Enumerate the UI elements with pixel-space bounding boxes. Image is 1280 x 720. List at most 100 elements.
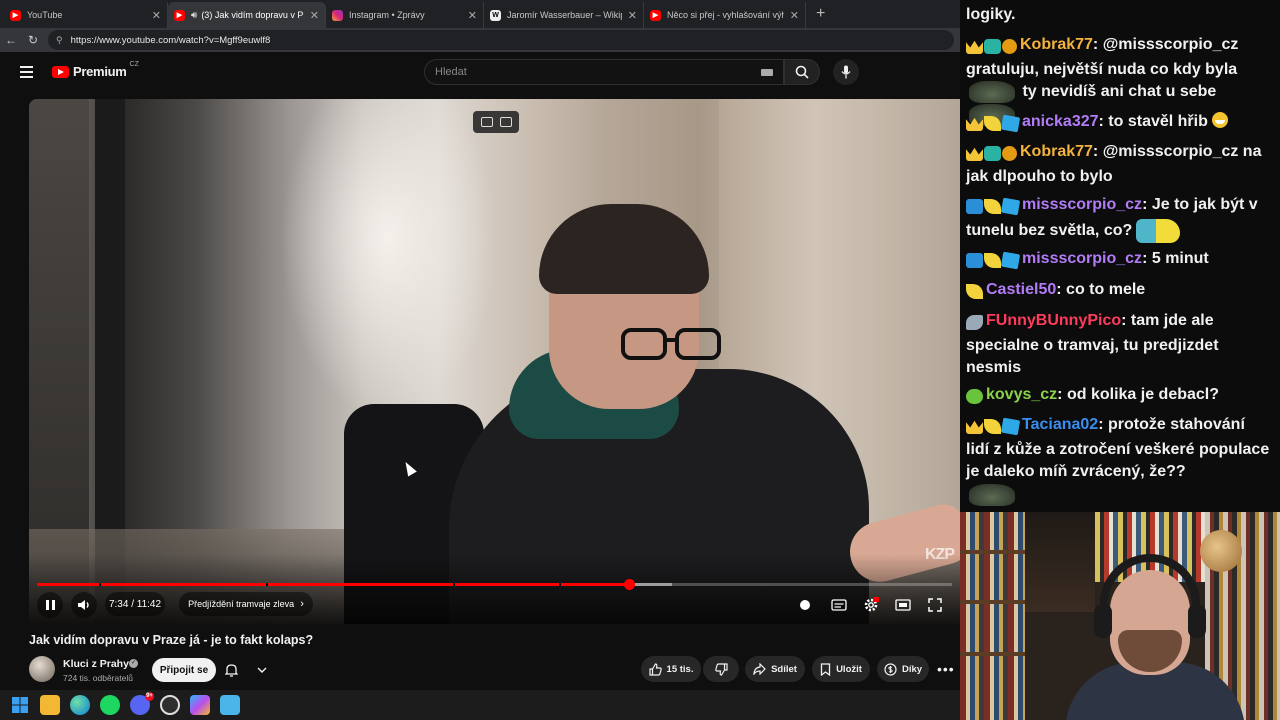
stream-chat: logiky. Kobrak77: @missscorpio_cz gratul…: [960, 0, 1280, 512]
globe: [1200, 530, 1242, 572]
tab-instagram[interactable]: Instagram • Zprávy ✕: [326, 2, 484, 28]
share-label: Sdílet: [771, 663, 797, 675]
pause-button[interactable]: [37, 592, 63, 618]
more-actions-icon[interactable]: •••: [937, 661, 955, 677]
back-button[interactable]: ←: [0, 33, 22, 47]
close-icon[interactable]: ✕: [628, 9, 637, 22]
new-tab-button[interactable]: +: [816, 5, 825, 23]
banana-badge-icon: [984, 419, 1001, 435]
notepad-icon[interactable]: [220, 695, 240, 715]
youtube-icon: ▶: [650, 9, 661, 21]
discord-icon[interactable]: 9+: [130, 692, 154, 715]
chat-username[interactable]: Kobrak77: [1020, 36, 1093, 53]
chevron-right-icon: ›: [300, 598, 304, 610]
fullscreen-button[interactable]: [925, 595, 945, 615]
channel-name-link[interactable]: Kluci z Prahy: [63, 658, 129, 670]
volume-icon: [78, 600, 89, 610]
miniplayer-button[interactable]: [893, 595, 913, 615]
search-button[interactable]: [784, 59, 820, 85]
keyboard-icon[interactable]: [761, 69, 773, 76]
thanks-label: Díky: [901, 663, 923, 675]
chat-username[interactable]: kovys_cz: [986, 386, 1057, 403]
channel-avatar[interactable]: [29, 656, 55, 682]
user-badges: [966, 196, 1021, 219]
search-input[interactable]: Hledat: [424, 59, 784, 85]
search-placeholder: Hledat: [435, 66, 467, 78]
chat-username[interactable]: Kobrak77: [1020, 143, 1093, 160]
file-explorer-icon[interactable]: [40, 695, 60, 715]
chat-message: anicka327: to stavěl hřib: [966, 111, 1272, 136]
subtitles-button[interactable]: [829, 595, 849, 615]
chat-message: kovys_cz: od kolika je debacl?: [966, 384, 1272, 409]
close-icon[interactable]: ✕: [310, 9, 319, 22]
windows-start-icon[interactable]: [10, 695, 30, 715]
user-badges: [966, 416, 1021, 439]
tab-neco-si-prej[interactable]: ▶ Něco si přej - vyhlašování výherců ✕: [644, 2, 806, 28]
chat-username[interactable]: missscorpio_cz: [1022, 250, 1142, 267]
notifications-button[interactable]: [225, 660, 267, 680]
video-player[interactable]: KZP 7:34 / 11:42 Předjíždění tramvaje zl…: [29, 99, 960, 624]
address-bar-row: ← ↻ ⚲ https://www.youtube.com/watch?v=Mg…: [0, 28, 960, 52]
played-bar: [37, 583, 629, 586]
join-button[interactable]: Připojit se: [152, 658, 216, 682]
close-icon[interactable]: ✕: [790, 9, 799, 22]
spotify-icon[interactable]: [100, 695, 120, 715]
like-count: 15 tis.: [666, 663, 694, 675]
chat-username[interactable]: anicka327: [1022, 113, 1099, 130]
settings-button[interactable]: [861, 595, 881, 615]
obs-icon[interactable]: [160, 695, 180, 715]
reload-button[interactable]: ↻: [22, 33, 44, 47]
bookmark-icon: [820, 662, 831, 676]
copilot-icon[interactable]: [190, 695, 210, 715]
controls-gradient: [29, 554, 960, 624]
tab-youtube[interactable]: ▶ YouTube ✕: [4, 2, 168, 28]
chat-username[interactable]: Castiel50: [986, 281, 1056, 298]
save-button[interactable]: Uložit: [812, 656, 870, 682]
artist-badge-icon: [966, 253, 983, 269]
close-icon[interactable]: ✕: [468, 9, 477, 22]
headphone-cup-right: [1188, 604, 1206, 638]
chat-username[interactable]: missscorpio_cz: [1022, 196, 1142, 213]
green-badge-icon: [966, 389, 983, 405]
thanks-button[interactable]: Díky: [877, 656, 929, 682]
tab-title: Jaromír Wasserbauer – Wikipedie: [507, 10, 622, 20]
chapter-marker: [265, 583, 268, 586]
chat-username[interactable]: FUnnyBUnnyPico: [986, 312, 1121, 329]
volume-button[interactable]: [71, 592, 97, 618]
pip-icon[interactable]: [480, 117, 493, 127]
browser-window: ▶ YouTube ✕ ▶ 🔊︎ (3) Jak vidím dopravu v…: [0, 0, 960, 720]
cube-badge-icon: [1000, 114, 1021, 133]
chapter-button[interactable]: Předjíždění tramvaje zleva ›: [179, 592, 313, 616]
scrubber-handle[interactable]: [624, 579, 635, 590]
tab-current-video[interactable]: ▶ 🔊︎ (3) Jak vidím dopravu v Praze ✕: [168, 2, 326, 28]
close-icon[interactable]: ✕: [152, 9, 161, 22]
autoplay-toggle[interactable]: [795, 595, 815, 615]
chat-message: FUnnyBUnnyPico: tam jde ale specialne o …: [966, 312, 1219, 376]
tab-wikipedia[interactable]: W Jaromír Wasserbauer – Wikipedie ✕: [484, 2, 644, 28]
audio-playing-icon[interactable]: 🔊︎: [191, 10, 197, 21]
menu-icon[interactable]: [20, 66, 33, 81]
picture-in-picture-controls[interactable]: [473, 111, 519, 133]
search-icon: [795, 65, 809, 79]
video-frame[interactable]: [29, 99, 960, 624]
youtube-icon: ▶: [10, 9, 21, 21]
chat-message: Kobrak77: @missscorpio_cz na jak dlpouho…: [966, 143, 1262, 185]
cube-badge-icon: [1000, 197, 1021, 216]
thanks-dollar-icon: [884, 662, 897, 676]
like-button[interactable]: 15 tis.: [641, 656, 701, 682]
dislike-button[interactable]: [703, 656, 739, 682]
site-info-icon[interactable]: ⚲: [56, 35, 63, 46]
chat-username[interactable]: Taciana02: [1022, 416, 1098, 433]
video-title: Jak vidím dopravu v Praze já - je to fak…: [29, 633, 314, 647]
note-icon[interactable]: [499, 117, 512, 127]
edge-icon[interactable]: [70, 695, 90, 715]
voice-search-button[interactable]: [833, 59, 859, 85]
share-button[interactable]: Sdílet: [745, 656, 805, 682]
instagram-icon: [332, 9, 343, 21]
youtube-premium-logo[interactable]: Premium CZ: [52, 61, 139, 79]
url-field[interactable]: ⚲ https://www.youtube.com/watch?v=Mgff9e…: [48, 30, 954, 50]
progress-bar[interactable]: [37, 579, 952, 590]
microphone-icon: [841, 65, 851, 79]
chat-text: 5 minut: [1151, 250, 1209, 267]
user-badges: [966, 386, 984, 409]
